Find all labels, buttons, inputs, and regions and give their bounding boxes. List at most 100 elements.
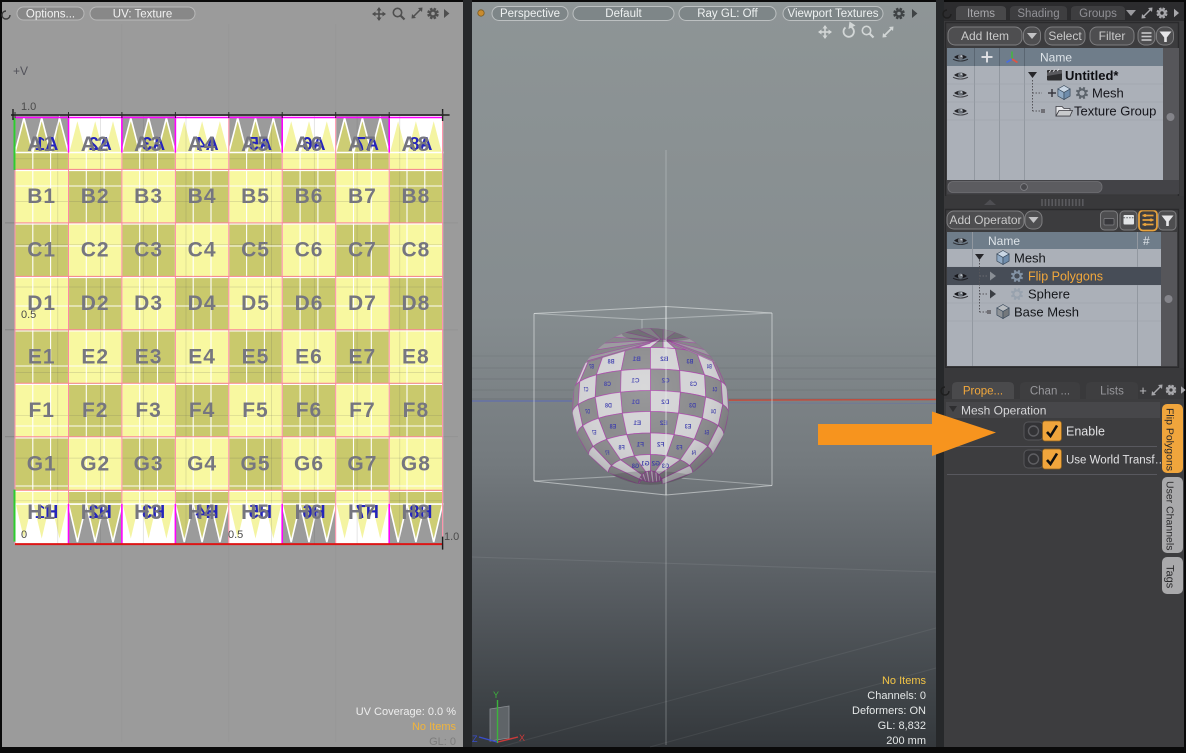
svg-text:E2: E2 (81, 346, 109, 369)
svg-text:E8: E8 (402, 346, 430, 369)
svg-text:GL: 0: GL: 0 (429, 736, 456, 748)
svg-text:A5: A5 (241, 133, 270, 156)
svg-text:C4: C4 (188, 239, 217, 262)
svg-text:B1: B1 (27, 185, 56, 208)
svg-text:A4: A4 (188, 133, 217, 156)
svg-text:F1: F1 (28, 399, 55, 422)
svg-text:Y: Y (493, 690, 499, 700)
svg-text:Options...: Options... (26, 9, 75, 21)
svg-text:Enable: Enable (1066, 425, 1105, 439)
svg-text:C2: C2 (81, 239, 110, 262)
svg-text:A6: A6 (295, 133, 324, 156)
svg-text:B4: B4 (188, 185, 217, 208)
svg-text:Base Mesh: Base Mesh (1014, 305, 1079, 320)
svg-text:H1: H1 (27, 501, 56, 524)
svg-text:Perspective: Perspective (500, 8, 560, 20)
svg-text:F8: F8 (403, 399, 430, 422)
svg-text:Texture Group: Texture Group (1074, 104, 1156, 119)
svg-text:#: # (1143, 234, 1150, 248)
svg-text:0: 0 (21, 529, 27, 541)
svg-text:D2: D2 (81, 292, 110, 315)
svg-text:Items: Items (967, 8, 995, 20)
svg-text:H7: H7 (348, 501, 377, 524)
svg-text:200 mm: 200 mm (886, 735, 926, 747)
svg-text:Deformers: ON: Deformers: ON (852, 705, 926, 717)
svg-text:Mesh: Mesh (1014, 251, 1046, 266)
svg-text:G7: G7 (347, 452, 377, 475)
svg-text:D8: D8 (401, 292, 430, 315)
svg-text:C5: C5 (241, 239, 270, 262)
svg-text:B7: B7 (348, 185, 377, 208)
svg-text:Tags: Tags (1164, 565, 1176, 589)
svg-text:G8: G8 (401, 452, 431, 475)
svg-text:User Channels: User Channels (1164, 481, 1176, 550)
svg-text:E7: E7 (349, 346, 377, 369)
svg-text:Name: Name (1040, 51, 1072, 65)
svg-text:F7: F7 (349, 399, 376, 422)
svg-text:Filter: Filter (1099, 29, 1126, 43)
svg-text:Use World Transf…: Use World Transf… (1066, 455, 1166, 467)
svg-text:Z: Z (472, 734, 478, 744)
svg-text:E6: E6 (295, 346, 323, 369)
svg-text:C7: C7 (348, 239, 377, 262)
svg-text:H6: H6 (295, 501, 324, 524)
svg-text:B6: B6 (295, 185, 324, 208)
svg-text:0.5: 0.5 (228, 529, 243, 541)
svg-text:A2: A2 (81, 133, 110, 156)
svg-text:Select: Select (1048, 29, 1082, 43)
svg-text:B3: B3 (134, 185, 163, 208)
svg-text:G1: G1 (27, 452, 57, 475)
svg-text:B8: B8 (401, 185, 430, 208)
svg-text:E1: E1 (28, 346, 56, 369)
svg-text:Shading: Shading (1017, 8, 1059, 20)
svg-text:Name: Name (988, 234, 1020, 248)
svg-text:Viewport Textures: Viewport Textures (788, 8, 879, 20)
svg-text:G3: G3 (134, 452, 164, 475)
svg-text:Channels: 0: Channels: 0 (867, 690, 926, 702)
svg-text:A7: A7 (348, 133, 377, 156)
svg-text:Groups: Groups (1079, 8, 1117, 20)
svg-text:0.5: 0.5 (21, 309, 36, 321)
svg-text:Flip Polygons: Flip Polygons (1028, 270, 1103, 284)
svg-text:D7: D7 (348, 292, 377, 315)
svg-text:A3: A3 (134, 133, 163, 156)
svg-text:F4: F4 (189, 399, 216, 422)
svg-text:D6: D6 (295, 292, 324, 315)
svg-text:No Items: No Items (882, 675, 927, 687)
svg-text:Chan ...: Chan ... (1030, 386, 1070, 398)
svg-text:D3: D3 (134, 292, 163, 315)
svg-text:C3: C3 (134, 239, 163, 262)
svg-text:Prope...: Prope... (963, 386, 1003, 398)
svg-text:Add Operator: Add Operator (949, 213, 1021, 227)
svg-text:Untitled*: Untitled* (1065, 68, 1119, 83)
svg-text:No Items: No Items (412, 721, 457, 733)
svg-text:B2: B2 (81, 185, 110, 208)
svg-text:G5: G5 (240, 452, 270, 475)
svg-text:Mesh Operation: Mesh Operation (961, 404, 1046, 418)
svg-text:E4: E4 (188, 346, 216, 369)
svg-text:Default: Default (605, 8, 642, 20)
svg-text:Sphere: Sphere (1028, 287, 1070, 302)
svg-text:D4: D4 (188, 292, 217, 315)
svg-text:1.0: 1.0 (444, 531, 459, 543)
svg-text:X: X (519, 733, 525, 743)
svg-text:Mesh: Mesh (1092, 86, 1124, 101)
svg-text:A8: A8 (401, 133, 430, 156)
svg-text:F2: F2 (82, 399, 109, 422)
svg-text:UV Coverage: 0.0 %: UV Coverage: 0.0 % (356, 706, 456, 718)
svg-text:C8: C8 (401, 239, 430, 262)
svg-text:B5: B5 (241, 185, 270, 208)
svg-text:H2: H2 (81, 501, 110, 524)
svg-text:H3: H3 (134, 501, 163, 524)
svg-text:C1: C1 (27, 239, 56, 262)
svg-text:G6: G6 (294, 452, 324, 475)
svg-text:Ray GL: Off: Ray GL: Off (697, 8, 758, 20)
svg-text:1.0: 1.0 (21, 101, 36, 113)
svg-text:F6: F6 (296, 399, 323, 422)
svg-text:Lists: Lists (1100, 386, 1124, 398)
svg-text:Flip Polygons: Flip Polygons (1164, 408, 1176, 471)
svg-text:G4: G4 (187, 452, 217, 475)
svg-text:H8: H8 (401, 501, 430, 524)
svg-text:Add Item: Add Item (961, 29, 1009, 43)
svg-text:H4: H4 (188, 501, 217, 524)
